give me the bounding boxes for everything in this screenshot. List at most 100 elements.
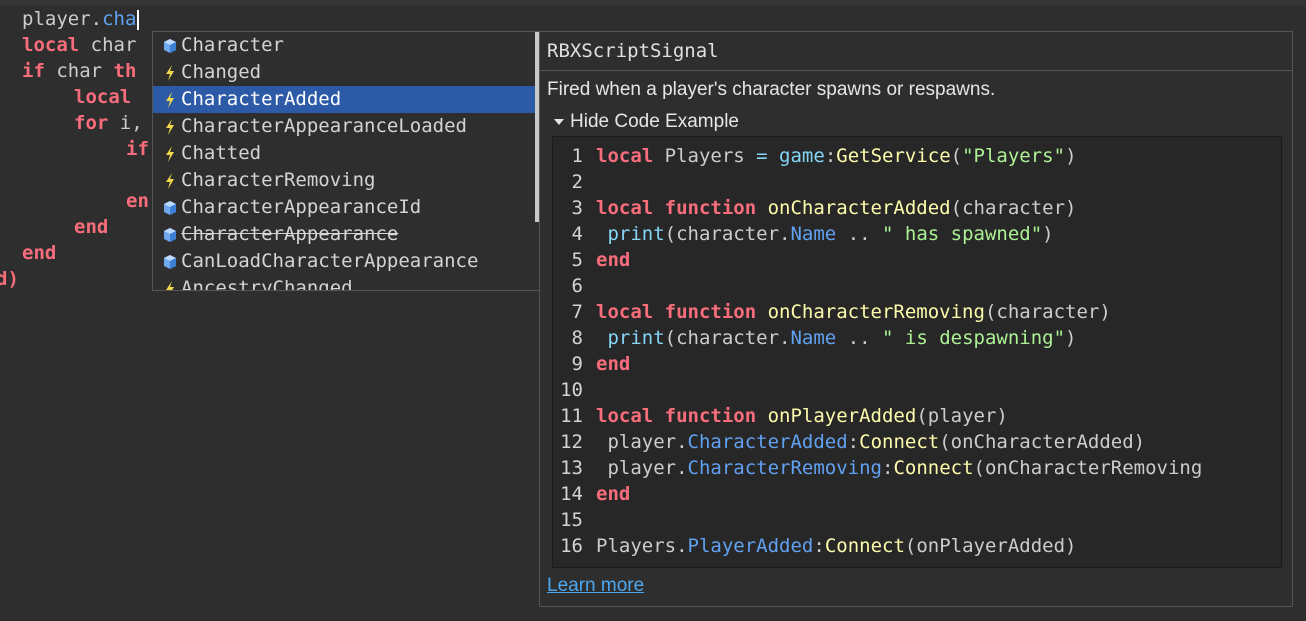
doc-type-title: RBXScriptSignal	[540, 32, 1292, 71]
code-function: Connect	[859, 431, 940, 453]
property-icon	[161, 37, 179, 55]
code-line[interactable]: local char	[22, 32, 136, 58]
code-function: GetService	[836, 145, 951, 167]
code-example-line: 2	[553, 169, 596, 195]
code-example-line: 1 local Players = game:GetService("Player…	[553, 143, 1077, 169]
code-example-line: 5 end	[553, 247, 631, 273]
code-operator: =	[756, 145, 768, 167]
code-builtin: print	[596, 327, 665, 349]
line-number: 14	[560, 483, 583, 505]
code-example-line: 15	[553, 507, 596, 533]
autocomplete-item[interactable]: CharacterAppearanceLoaded	[153, 113, 539, 140]
code-example-line: 9 end	[553, 351, 631, 377]
autocomplete-list[interactable]: Character Changed CharacterAdded CharacterA…	[152, 31, 540, 291]
code-token: player.	[596, 431, 688, 453]
code-token: (character)	[984, 301, 1111, 323]
code-line[interactable]: if	[126, 136, 149, 162]
code-keyword: end	[22, 242, 57, 264]
code-example-line: 8 print(character.Name .. " is despawnin…	[553, 325, 1077, 351]
code-token: (character.	[664, 327, 791, 349]
line-number: 6	[571, 275, 583, 297]
event-icon	[161, 172, 179, 190]
code-token-typed: cha	[102, 8, 137, 30]
code-keyword: end	[74, 216, 109, 238]
code-line[interactable]: end	[22, 240, 56, 266]
code-token: (character)	[950, 197, 1077, 219]
code-token: char	[44, 60, 114, 82]
code-string: " is despawning"	[882, 327, 1066, 349]
autocomplete-item[interactable]: CanLoadCharacterAppearance	[153, 248, 539, 275]
autocomplete-item-label: CharacterAppearance	[181, 223, 399, 245]
code-keyword: local function	[596, 197, 757, 219]
code-token: :	[847, 431, 860, 453]
code-function: onCharacterRemoving	[756, 301, 985, 323]
autocomplete-item-label: Changed	[181, 61, 262, 83]
code-token: ..	[836, 223, 883, 245]
autocomplete-item[interactable]: Chatted	[153, 140, 539, 167]
code-example-line: 16 Players.PlayerAdded:Connect(onPlayerAd…	[553, 533, 1076, 559]
property-icon	[161, 199, 179, 217]
autocomplete-item-label: CharacterAppearanceId	[181, 196, 422, 218]
autocomplete-item[interactable]: CharacterAppearance	[153, 221, 539, 248]
line-number: 8	[571, 327, 583, 349]
code-builtin: print	[596, 223, 665, 245]
event-icon	[161, 280, 179, 290]
code-example-line: 13 player.CharacterRemoving:Connect(onCh…	[553, 455, 1202, 481]
autocomplete-item[interactable]: AncestryChanged	[153, 275, 539, 290]
code-property: Name	[790, 327, 837, 349]
line-number: 10	[560, 379, 583, 401]
autocomplete-item[interactable]: CharacterAppearanceId	[153, 194, 539, 221]
autocomplete-item-label: Character	[181, 34, 284, 56]
autocomplete-item[interactable]: CharacterAdded	[153, 86, 539, 113]
code-token: player.	[22, 8, 103, 30]
code-line-current[interactable]: player.cha	[22, 6, 140, 32]
code-keyword: end	[596, 483, 631, 505]
autocomplete-item[interactable]: Changed	[153, 59, 539, 86]
code-keyword: local	[22, 34, 80, 56]
code-example-line: 12 player.CharacterAdded:Connect(onChara…	[553, 429, 1145, 455]
code-line[interactable]: en	[126, 188, 149, 214]
code-line[interactable]: if char th	[22, 58, 136, 84]
line-number: 2	[571, 171, 583, 193]
hide-code-example-toggle[interactable]: Hide Code Example	[554, 111, 739, 133]
line-number: 3	[571, 197, 583, 219]
autocomplete-item[interactable]: CharacterRemoving	[153, 167, 539, 194]
property-icon	[161, 226, 179, 244]
code-token: player.	[596, 457, 688, 479]
learn-more-link[interactable]: Learn more	[547, 575, 644, 597]
code-keyword: th	[113, 60, 137, 82]
autocomplete-item[interactable]: Character	[153, 32, 539, 59]
code-example[interactable]: 1 local Players = game:GetService("Player…	[552, 136, 1282, 568]
code-line[interactable]: for i,	[74, 110, 143, 136]
code-function: Connect	[893, 457, 974, 479]
code-property: CharacterAdded	[687, 431, 848, 453]
toggle-label: Hide Code Example	[570, 111, 739, 132]
autocomplete-item-label: CharacterAdded	[181, 88, 342, 110]
code-builtin: game	[767, 145, 825, 167]
code-keyword: d)	[0, 268, 19, 290]
code-keyword: en	[126, 190, 149, 212]
line-number: 13	[560, 457, 583, 479]
code-example-line: 7 local function onCharacterRemoving(char…	[553, 299, 1111, 325]
code-function: onCharacterAdded	[756, 197, 951, 219]
code-line[interactable]: local	[74, 84, 131, 110]
line-number: 5	[571, 249, 583, 271]
line-number: 12	[560, 431, 583, 453]
code-token: (onCharacterAdded)	[939, 431, 1146, 453]
code-token: char	[79, 34, 137, 56]
code-property: PlayerAdded	[687, 535, 814, 557]
code-keyword: end	[596, 249, 631, 271]
autocomplete-item-label: CanLoadCharacterAppearance	[181, 250, 479, 272]
event-icon	[161, 64, 179, 82]
code-keyword: if	[22, 60, 45, 82]
code-token: (	[950, 145, 963, 167]
code-line[interactable]: end	[74, 214, 108, 240]
code-token: (onPlayerAdded)	[904, 535, 1077, 557]
line-number: 15	[560, 509, 583, 531]
code-token: ..	[836, 327, 883, 349]
code-example-line: 10	[553, 377, 596, 403]
code-line[interactable]: d)	[0, 266, 19, 292]
code-token: Players	[653, 145, 757, 167]
code-string: " has spawned"	[882, 223, 1043, 245]
code-token: (player)	[916, 405, 1008, 427]
